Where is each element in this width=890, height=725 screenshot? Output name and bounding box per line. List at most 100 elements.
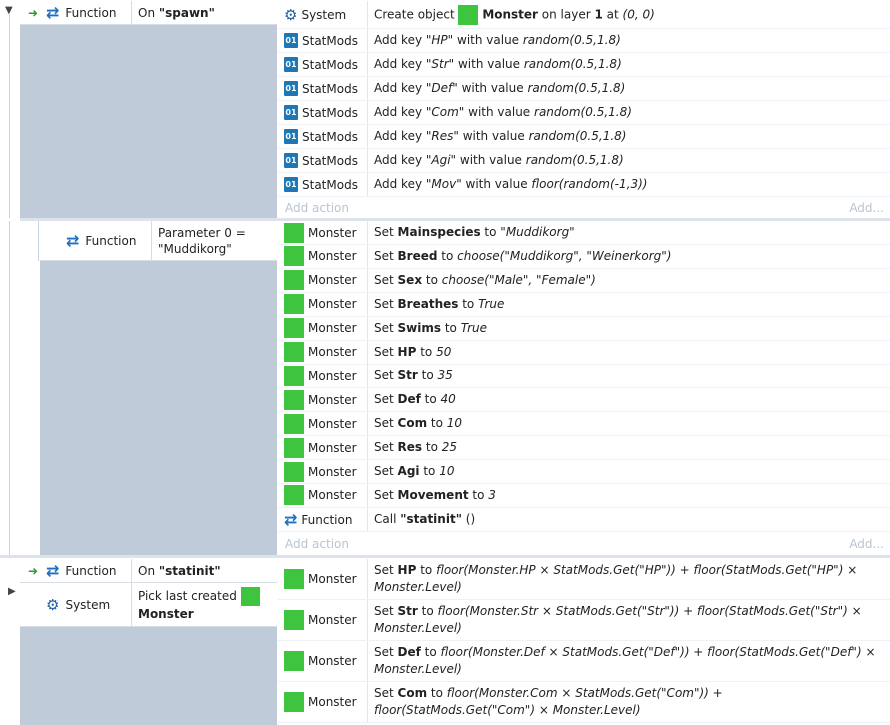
condition-row[interactable]: ⚙ System Pick last created Monster: [20, 583, 277, 627]
condition-text[interactable]: Pick last created Monster: [132, 586, 260, 623]
add-action-link[interactable]: Add action: [285, 201, 349, 215]
action-object[interactable]: Monster: [278, 244, 368, 268]
action-text[interactable]: Set HP to 50: [368, 344, 451, 361]
action-row[interactable]: Monster Set Breed to choose("Muddikorg", …: [278, 244, 890, 269]
action-row[interactable]: 01 StatMods Add key "Res" with value rando…: [278, 125, 890, 149]
action-object[interactable]: 01 StatMods: [278, 53, 368, 76]
action-object[interactable]: 01 StatMods: [278, 29, 368, 52]
action-text[interactable]: Set Agi to 10: [368, 463, 455, 480]
action-row[interactable]: Monster Set Com to 10: [278, 412, 890, 437]
action-object[interactable]: 01 StatMods: [278, 149, 368, 172]
event-conditions[interactable]: ⇄ Function Parameter 0 = "Muddikorg": [40, 221, 277, 555]
action-object[interactable]: Monster: [278, 364, 368, 388]
action-row[interactable]: Monster Set Agi to 10: [278, 460, 890, 484]
condition-row[interactable]: ➜ ⇄ Function On "spawn": [20, 1, 277, 25]
action-row[interactable]: Monster Set Movement to 3: [278, 483, 890, 508]
action-object[interactable]: ⚙ System: [278, 1, 368, 28]
action-text[interactable]: Set Swims to True: [368, 320, 487, 337]
action-text[interactable]: Add key "Mov" with value floor(random(-1…: [368, 176, 647, 193]
add-action-row[interactable]: Add action Add...: [278, 533, 890, 555]
condition-text[interactable]: On "spawn": [132, 6, 215, 20]
action-row[interactable]: Monster Set Str to floor(Monster.Str × St…: [278, 600, 890, 641]
action-text[interactable]: Set Movement to 3: [368, 487, 496, 504]
action-object[interactable]: Monster: [278, 483, 368, 507]
action-text[interactable]: Set Str to 35: [368, 367, 453, 384]
action-text[interactable]: Set Res to 25: [368, 439, 457, 456]
event-conditions[interactable]: ➜ ⇄ Function On "spawn": [20, 1, 277, 218]
action-object[interactable]: ⇄ Function: [278, 508, 368, 531]
condition-object[interactable]: ⚙ System: [20, 583, 132, 626]
action-row[interactable]: Monster Set Breathes to True: [278, 292, 890, 317]
condition-row[interactable]: ⇄ Function Parameter 0 = "Muddikorg": [40, 221, 277, 261]
event-actions[interactable]: Monster Set Mainspecies to "Muddikorg" Mon…: [278, 221, 890, 555]
action-text[interactable]: Set HP to floor(Monster.HP × StatMods.Ge…: [368, 562, 888, 596]
action-text[interactable]: Set Breathes to True: [368, 296, 504, 313]
action-row[interactable]: 01 StatMods Add key "HP" with value random…: [278, 29, 890, 53]
add-more-link[interactable]: Add...: [849, 201, 884, 215]
action-row[interactable]: Monster Set Res to 25: [278, 436, 890, 461]
action-object[interactable]: Monster: [278, 682, 368, 722]
action-object[interactable]: Monster: [278, 460, 368, 483]
action-text[interactable]: Add key "Res" with value random(0.5,1.8): [368, 128, 626, 145]
action-text[interactable]: Set Mainspecies to "Muddikorg": [368, 224, 575, 241]
action-text[interactable]: Create object Monster on layer 1 at (0, …: [368, 4, 655, 25]
event-actions[interactable]: Monster Set HP to floor(Monster.HP × Stat…: [278, 559, 890, 725]
action-text[interactable]: Add key "Agi" with value random(0.5,1.8): [368, 152, 624, 169]
action-row[interactable]: Monster Set Def to 40: [278, 388, 890, 413]
action-row[interactable]: 01 StatMods Add key "Agi" with value rando…: [278, 149, 890, 173]
action-object[interactable]: Monster: [278, 600, 368, 640]
action-row[interactable]: Monster Set Swims to True: [278, 316, 890, 341]
add-action-link[interactable]: Add action: [285, 537, 349, 551]
action-object[interactable]: 01 StatMods: [278, 125, 368, 148]
action-object[interactable]: 01 StatMods: [278, 173, 368, 196]
action-row[interactable]: Monster Set Mainspecies to "Muddikorg": [278, 221, 890, 245]
condition-text[interactable]: Parameter 0 = "Muddikorg": [152, 225, 246, 257]
condition-object[interactable]: ⇄ Function: [46, 559, 132, 582]
action-text[interactable]: Set Str to floor(Monster.Str × StatMods.…: [368, 603, 888, 637]
action-object[interactable]: Monster: [278, 436, 368, 460]
action-row[interactable]: Monster Set Def to floor(Monster.Def × St…: [278, 641, 890, 682]
action-object[interactable]: 01 StatMods: [278, 101, 368, 124]
action-object[interactable]: Monster: [278, 641, 368, 681]
action-object[interactable]: Monster: [278, 316, 368, 340]
action-text[interactable]: Set Def to 40: [368, 391, 456, 408]
action-text[interactable]: Add key "Com" with value random(0.5,1.8): [368, 104, 632, 121]
action-text[interactable]: Add key "Str" with value random(0.5,1.8): [368, 56, 622, 73]
action-object[interactable]: Monster: [278, 268, 368, 292]
action-row[interactable]: Monster Set Str to 35: [278, 364, 890, 389]
action-text[interactable]: Set Com to 10: [368, 415, 462, 432]
action-row[interactable]: Monster Set Sex to choose("Male", "Female…: [278, 268, 890, 293]
action-text[interactable]: Add key "HP" with value random(0.5,1.8): [368, 32, 621, 49]
action-row[interactable]: Monster Set Com to floor(Monster.Com × St…: [278, 682, 890, 723]
action-object[interactable]: Monster: [278, 292, 368, 316]
action-text[interactable]: Add key "Def" with value random(0.5,1.8): [368, 80, 625, 97]
action-text[interactable]: Set Breed to choose("Muddikorg", "Weiner…: [368, 248, 671, 265]
event-actions[interactable]: ⚙ System Create object Monster on layer …: [278, 1, 890, 218]
add-more-link[interactable]: Add...: [849, 537, 884, 551]
action-row[interactable]: ⚙ System Create object Monster on layer …: [278, 1, 890, 29]
action-object[interactable]: Monster: [278, 221, 368, 244]
condition-object[interactable]: ⇄ Function: [40, 221, 152, 260]
event-block-statinit[interactable]: ▶ ➜ ⇄ Function On "statinit" ⚙ System Pi…: [0, 558, 890, 725]
action-row[interactable]: 01 StatMods Add key "Str" with value rando…: [278, 53, 890, 77]
condition-text[interactable]: On "statinit": [132, 564, 221, 578]
expand-arrow-icon[interactable]: ▶: [8, 586, 16, 597]
action-row[interactable]: Monster Set HP to 50: [278, 340, 890, 365]
action-object[interactable]: Monster: [278, 412, 368, 436]
action-object[interactable]: Monster: [278, 559, 368, 599]
action-object[interactable]: Monster: [278, 340, 368, 364]
action-object[interactable]: Monster: [278, 388, 368, 412]
action-row[interactable]: 01 StatMods Add key "Def" with value rando…: [278, 77, 890, 101]
action-row[interactable]: ⇄ Function Call "statinit" (): [278, 508, 890, 532]
condition-row[interactable]: ➜ ⇄ Function On "statinit": [20, 559, 277, 583]
event-block-subevent[interactable]: ⇄ Function Parameter 0 = "Muddikorg" Mon…: [0, 221, 890, 555]
action-object[interactable]: 01 StatMods: [278, 77, 368, 100]
action-row[interactable]: 01 StatMods Add key "Com" with value rando…: [278, 101, 890, 125]
action-text[interactable]: Set Def to floor(Monster.Def × StatMods.…: [368, 644, 888, 678]
add-action-row[interactable]: Add action Add...: [278, 197, 890, 219]
event-conditions[interactable]: ➜ ⇄ Function On "statinit" ⚙ System Pick…: [20, 559, 277, 725]
action-row[interactable]: Monster Set HP to floor(Monster.HP × Stat…: [278, 559, 890, 600]
action-text[interactable]: Set Com to floor(Monster.Com × StatMods.…: [368, 685, 888, 719]
action-text[interactable]: Call "statinit" (): [368, 511, 475, 528]
condition-object[interactable]: ⇄ Function: [46, 1, 132, 24]
